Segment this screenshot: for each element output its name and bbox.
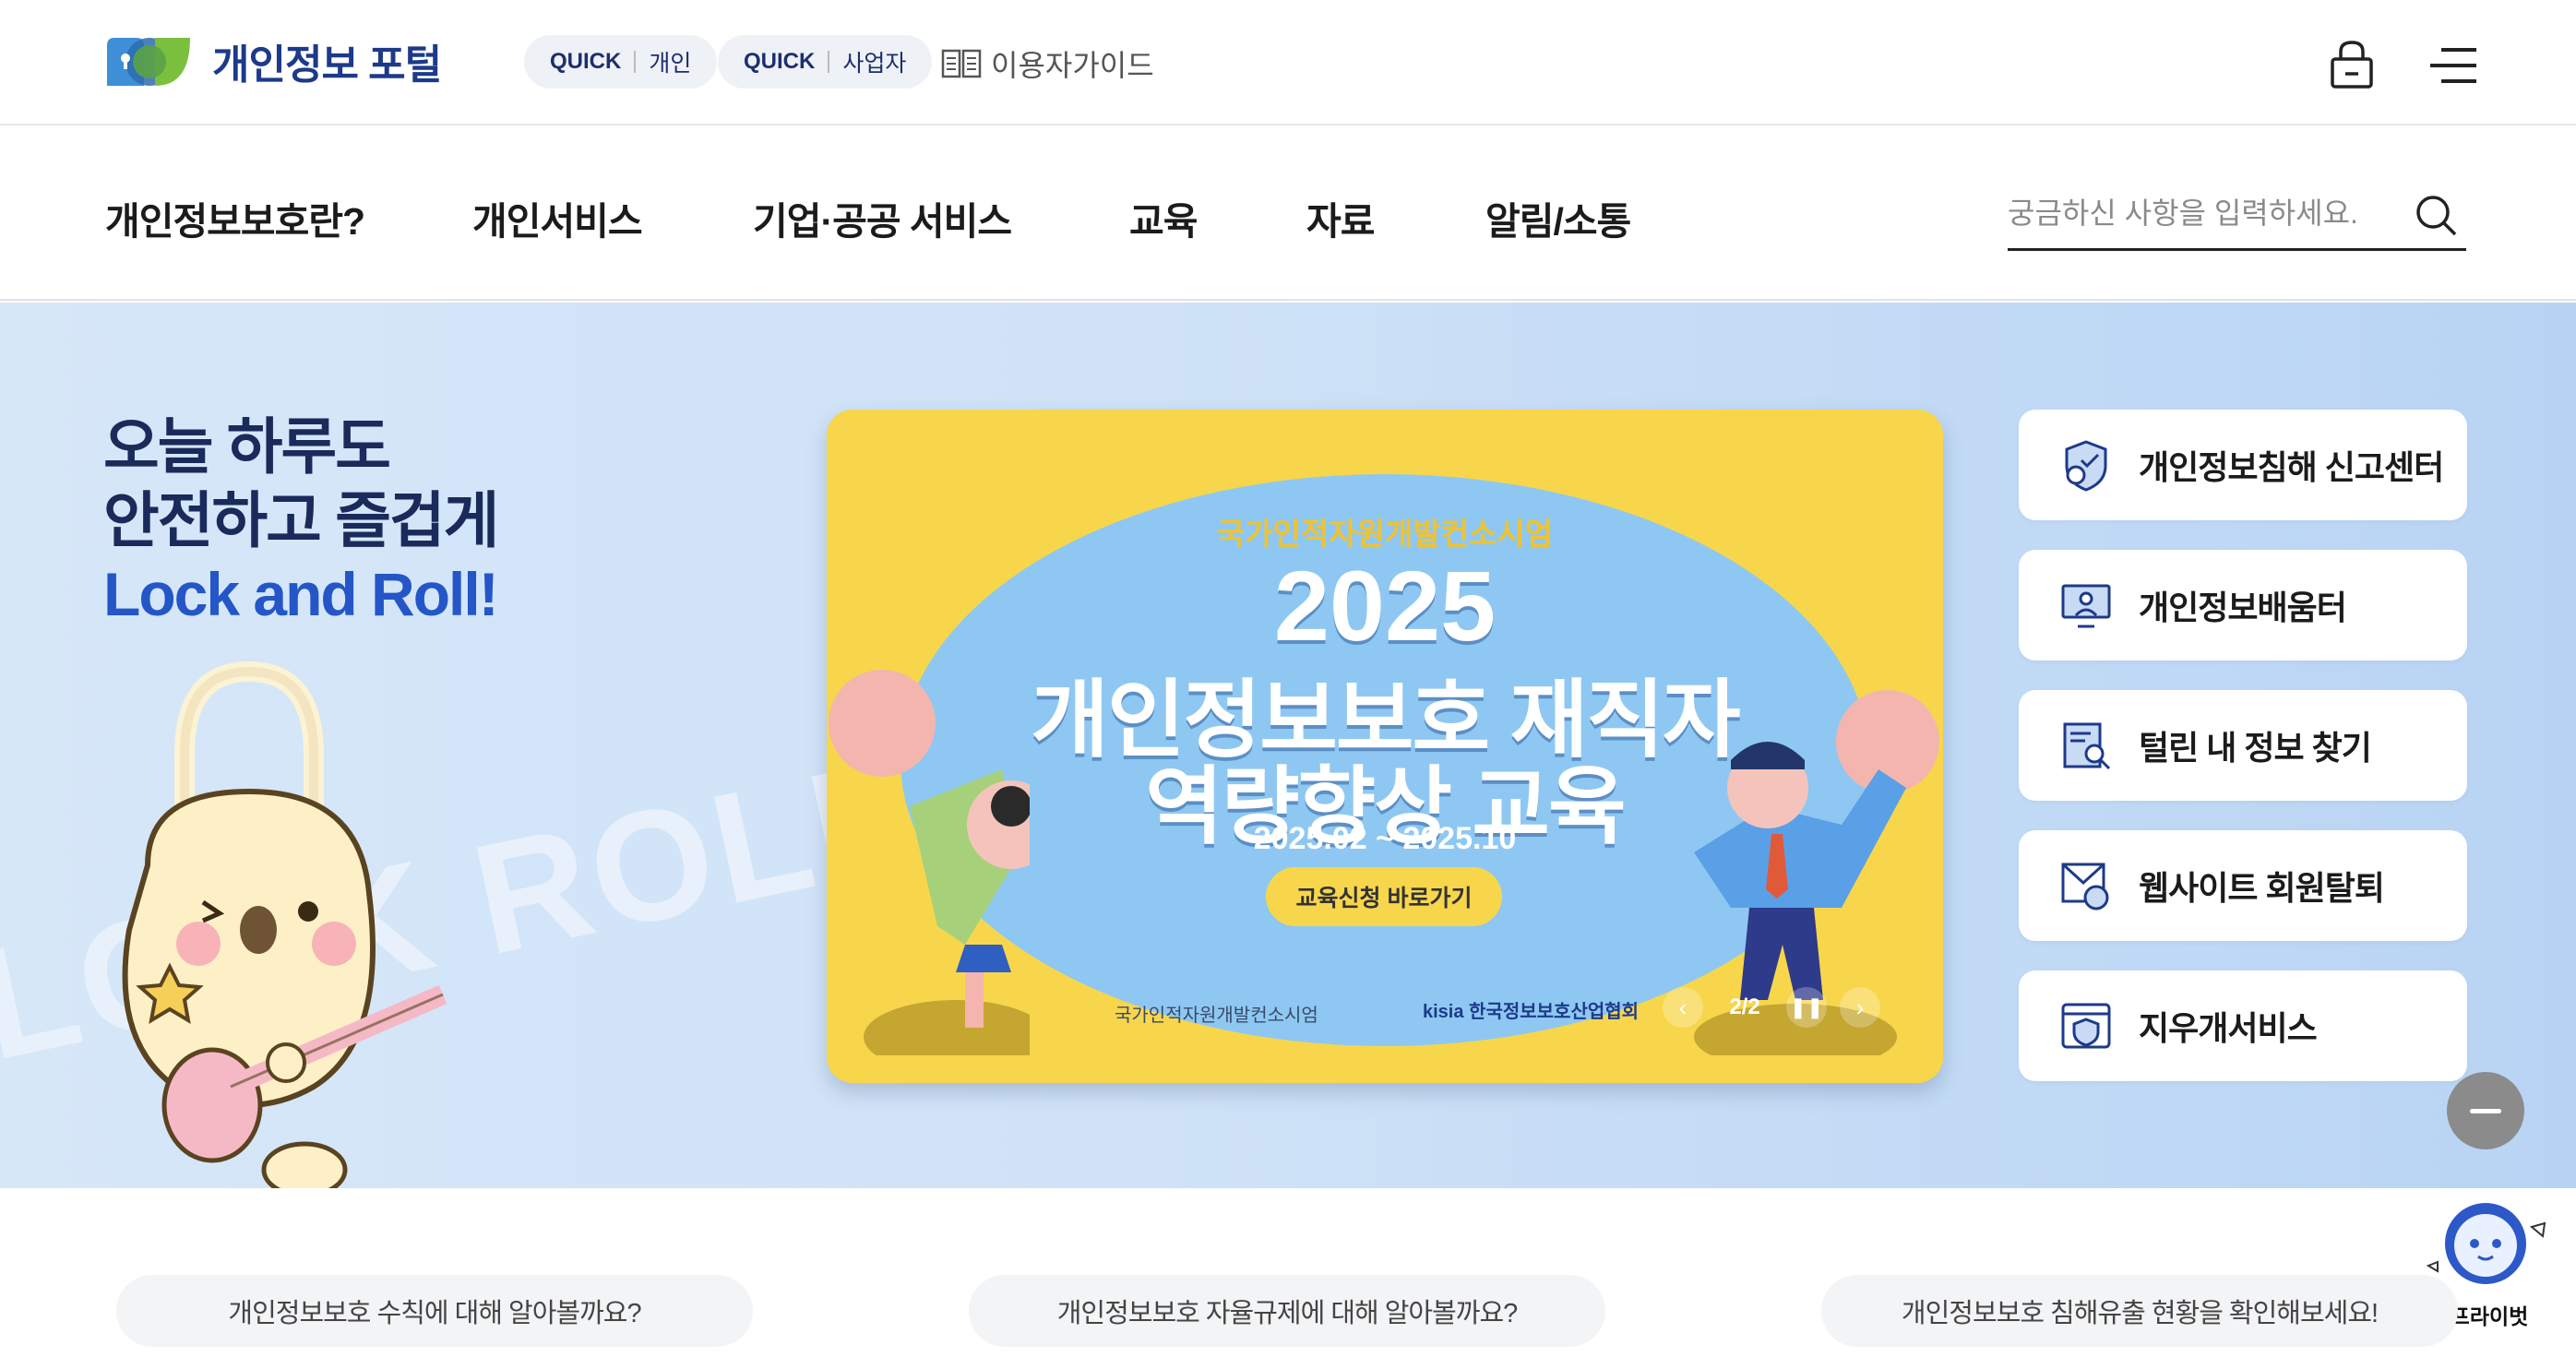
divider <box>828 51 830 73</box>
lock-mascot-illustration <box>122 661 447 1188</box>
quick-personal-label: 개인 <box>649 51 692 77</box>
book-icon <box>941 49 982 78</box>
quick-link-report-center[interactable]: 개인정보침해 신고센터 <box>2019 410 2467 520</box>
user-guide-link[interactable]: 이용자가이드 <box>941 42 1154 85</box>
hero-line-2: 안전하고 즐겁게 <box>103 486 499 554</box>
hero-line-1: 오늘 하루도 <box>103 412 391 481</box>
quick-link-label: 털린 내 정보 찾기 <box>2139 729 2372 767</box>
faq-chip-self-regulation[interactable]: 개인정보보호 자율규제에 대해 알아볼까요? <box>969 1275 1605 1347</box>
quick-business-button[interactable]: QUICK 사업자 <box>718 35 933 89</box>
nav-item-personal-service[interactable]: 개인서비스 <box>472 190 643 245</box>
nav-item-privacy-about[interactable]: 개인정보보호란? <box>105 190 365 245</box>
top-bar: 개인정보 포털 QUICK 개인 QUICK 사업자 이용자가이드 <box>0 0 2576 125</box>
user-guide-label: 이용자가이드 <box>991 49 1154 82</box>
faq-chip-rules[interactable]: 개인정보보호 수칙에 대해 알아볼까요? <box>116 1275 753 1347</box>
main-banner-slide[interactable]: 국가인적자원개발컨소시엄 2025 개인정보보호 재직자 역량향상 교육 202… <box>827 410 1943 1083</box>
slide-counter: 2/2 <box>1729 994 1760 1019</box>
quick-business-label: 사업자 <box>842 51 907 77</box>
monitor-teacher-icon <box>2061 584 2111 628</box>
hero-copy: 오늘 하루도 안전하고 즐겁게 Lock and Roll! <box>103 410 499 631</box>
pause-icon: ❚❚ <box>1789 995 1824 1018</box>
quick-personal-button[interactable]: QUICK 개인 <box>524 35 718 89</box>
chevron-right-icon: › <box>1855 993 1865 1021</box>
banner-year: 2025 <box>1273 550 1497 661</box>
nav-item-enterprise-service[interactable]: 기업·공공 서비스 <box>753 190 1012 245</box>
quick-link-learning[interactable]: 개인정보배움터 <box>2019 550 2467 661</box>
search-icon[interactable] <box>2413 192 2459 238</box>
quick-link-label: 개인정보침해 신고센터 <box>2139 448 2444 486</box>
nav-item-education[interactable]: 교육 <box>1129 190 1198 245</box>
nav-item-resources[interactable]: 자료 <box>1306 190 1375 245</box>
quick-link-eraser-service[interactable]: 지우개서비스 <box>2019 970 2467 1081</box>
quick-link-label: 지우개서비스 <box>2139 1009 2318 1047</box>
search-input[interactable] <box>2008 188 2395 238</box>
quick-tag: QUICK <box>744 49 816 74</box>
logo-text: 개인정보 포털 <box>212 42 442 88</box>
pause-button[interactable]: ❚❚ <box>1786 987 1827 1028</box>
quick-tag: QUICK <box>550 49 622 74</box>
banner-org: 국가인적자원개발컨소시엄 <box>1216 517 1554 551</box>
prev-slide-button[interactable]: ‹ <box>1663 987 1703 1028</box>
divider <box>634 51 637 73</box>
chevron-left-icon: ‹ <box>1678 993 1688 1021</box>
next-slide-button[interactable]: › <box>1840 987 1880 1028</box>
faq-chip-breach-status[interactable]: 개인정보보호 침해유출 현황을 확인해보세요! <box>1821 1275 2458 1347</box>
quick-link-label: 개인정보배움터 <box>2139 589 2347 626</box>
minus-icon <box>2470 1108 2501 1113</box>
banner-dates: 2025.02 ~ 2025.10 <box>1253 821 1517 856</box>
shield-user-icon <box>2065 440 2107 492</box>
main-nav: 개인정보보호란? 개인서비스 기업·공공 서비스 교육 자료 알림/소통 <box>0 127 2576 301</box>
quick-link-label: 웹사이트 회원탈퇴 <box>2139 869 2385 907</box>
banner-apply-button[interactable]: 교육신청 바로가기 <box>1266 867 1502 926</box>
banner-footer-logo-1: 국가인적자원개발컨소시엄 <box>1115 1006 1318 1026</box>
search-box <box>2008 183 2466 251</box>
hero-slogan: Lock and Roll! <box>103 560 499 628</box>
quick-link-find-leaked-info[interactable]: 털린 내 정보 찾기 <box>2019 690 2467 801</box>
hero-section: LOCK ROLL 오늘 하루도 안전하고 즐겁게 Lock and Roll! <box>0 303 2576 1188</box>
menu-icon[interactable] <box>2428 44 2478 87</box>
browser-shield-icon <box>2061 1003 2111 1049</box>
quick-link-website-unsubscribe[interactable]: 웹사이트 회원탈퇴 <box>2019 830 2467 941</box>
document-search-icon <box>2063 722 2111 770</box>
nav-item-notice[interactable]: 알림/소통 <box>1485 190 1631 245</box>
envelope-lock-icon <box>2061 863 2109 911</box>
banner-footer-logo-2: kisia 한국정보보호산업협회 <box>1423 1002 1640 1022</box>
banner-controls: ‹ 2/2 ❚❚ › <box>1663 987 1880 1028</box>
collapse-button[interactable] <box>2447 1072 2524 1149</box>
site-logo[interactable]: 개인정보 포털 <box>103 31 442 90</box>
login-lock-icon[interactable] <box>2325 37 2379 90</box>
logo-icon <box>107 38 190 86</box>
